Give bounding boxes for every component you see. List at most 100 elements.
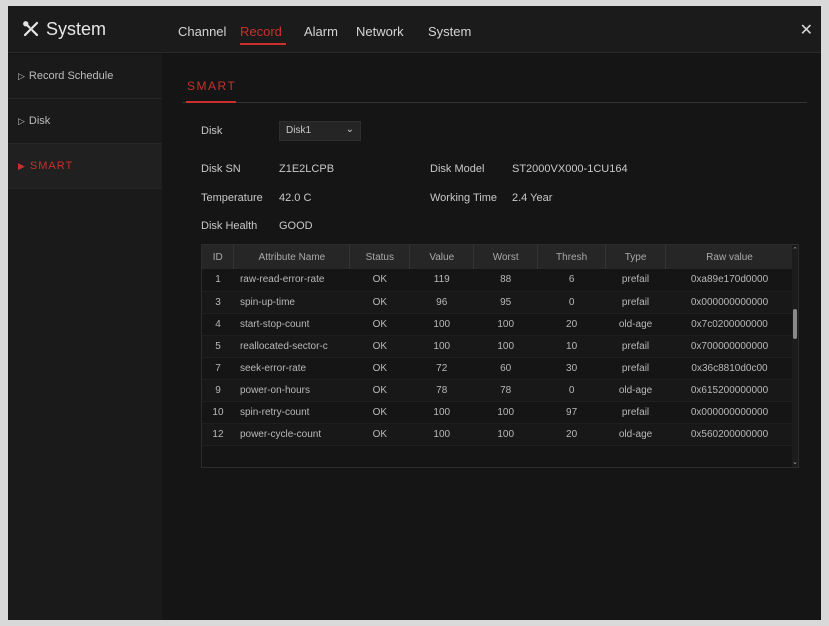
- disk-health-label: Disk Health: [201, 220, 258, 232]
- smart-table: ID Attribute Name Status Value Worst Thr…: [201, 244, 799, 468]
- cell-type: prefail: [605, 357, 666, 380]
- cell-value: 96: [409, 291, 474, 314]
- col-worst: Worst: [473, 245, 539, 269]
- cell-thresh: 30: [537, 357, 606, 380]
- col-thresh: Thresh: [537, 245, 607, 269]
- tab-record[interactable]: Record: [240, 6, 304, 53]
- table-row[interactable]: 5 reallocated-sector-c OK 100 100 10 prefail 0x…: [202, 335, 794, 358]
- scroll-up-icon[interactable]: ⌃: [792, 246, 798, 254]
- cell-raw-value: 0x560200000000: [665, 423, 794, 446]
- cell-raw-value: 0xa89e170d0000: [665, 269, 794, 292]
- section-title: SMART: [187, 79, 237, 93]
- scrollbar[interactable]: ⌃ ⌄: [792, 245, 798, 467]
- cell-type: prefail: [605, 269, 666, 292]
- cell-value: 72: [409, 357, 474, 380]
- cell-id: 7: [202, 357, 234, 380]
- table-row[interactable]: 3 spin-up-time OK 96 95 0 prefail 0x00000000000…: [202, 291, 794, 314]
- cell-value: 100: [409, 423, 474, 446]
- disk-label: Disk: [201, 125, 223, 137]
- cell-worst: 100: [473, 423, 538, 446]
- cell-worst: 100: [473, 401, 538, 424]
- col-raw-value: Raw value: [665, 245, 794, 269]
- cell-attribute-name: raw-read-error-rate: [233, 269, 350, 292]
- table-row[interactable]: 4 start-stop-count OK 100 100 20 old-age 0x7c02…: [202, 313, 794, 336]
- cell-status: OK: [349, 313, 410, 336]
- close-icon[interactable]: ✕: [800, 20, 813, 40]
- cell-worst: 95: [473, 291, 538, 314]
- cell-id: 9: [202, 379, 234, 402]
- cell-type: old-age: [605, 379, 666, 402]
- working-time-value: 2.4 Year: [512, 192, 553, 204]
- col-value: Value: [409, 245, 475, 269]
- disk-model-label: Disk Model: [430, 163, 485, 175]
- title-bar: System Channel Record Alarm Network Syst…: [8, 6, 821, 53]
- arrow-right-icon: ▷: [18, 115, 25, 126]
- cell-thresh: 20: [537, 423, 606, 446]
- cell-raw-value: 0x000000000000: [665, 401, 794, 424]
- table-row[interactable]: 7 seek-error-rate OK 72 60 30 prefail 0x36c8810…: [202, 357, 794, 380]
- scroll-thumb[interactable]: [793, 309, 797, 339]
- sidebar-item-smart[interactable]: ▶ SMART: [8, 144, 162, 189]
- sidebar: ▷ Record Schedule ▷ Disk ▶ SMART: [8, 54, 162, 620]
- cell-status: OK: [349, 423, 410, 446]
- tab-system[interactable]: System: [428, 6, 488, 53]
- settings-window: System Channel Record Alarm Network Syst…: [8, 6, 821, 620]
- cell-status: OK: [349, 379, 410, 402]
- cell-id: 3: [202, 291, 234, 314]
- sidebar-item-record-schedule[interactable]: ▷ Record Schedule: [8, 54, 162, 99]
- cell-attribute-name: spin-up-time: [233, 291, 350, 314]
- cell-id: 10: [202, 401, 234, 424]
- cell-attribute-name: spin-retry-count: [233, 401, 350, 424]
- app-title-text: System: [46, 18, 107, 39]
- col-status: Status: [349, 245, 411, 269]
- cell-status: OK: [349, 335, 410, 358]
- disk-model-value: ST2000VX000-1CU164: [512, 163, 628, 175]
- sidebar-item-disk[interactable]: ▷ Disk: [8, 99, 162, 144]
- disk-sn-value: Z1E2LCPB: [279, 163, 335, 175]
- cell-value: 78: [409, 379, 474, 402]
- disk-select[interactable]: Disk1 ⌄: [279, 121, 361, 141]
- cell-type: prefail: [605, 335, 666, 358]
- cell-raw-value: 0x615200000000: [665, 379, 794, 402]
- cell-raw-value: 0x000000000000: [665, 291, 794, 314]
- cell-worst: 60: [473, 357, 538, 380]
- cell-status: OK: [349, 269, 410, 292]
- cell-id: 1: [202, 269, 234, 292]
- cell-thresh: 10: [537, 335, 606, 358]
- cell-type: old-age: [605, 423, 666, 446]
- cell-raw-value: 0x36c8810d0c00: [665, 357, 794, 380]
- cell-value: 100: [409, 401, 474, 424]
- temperature-label: Temperature: [201, 192, 263, 204]
- cell-thresh: 97: [537, 401, 606, 424]
- cell-attribute-name: reallocated-sector-c: [233, 335, 350, 358]
- chevron-down-icon: ⌄: [345, 124, 354, 135]
- cell-attribute-name: seek-error-rate: [233, 357, 350, 380]
- scroll-down-icon[interactable]: ⌄: [792, 458, 798, 466]
- temperature-value: 42.0 C: [279, 192, 312, 204]
- top-tabs: Channel Record Alarm Network System: [178, 6, 488, 53]
- cell-id: 5: [202, 335, 234, 358]
- app-title: System: [22, 16, 106, 42]
- cell-worst: 78: [473, 379, 538, 402]
- table-row[interactable]: 10 spin-retry-count OK 100 100 97 prefail 0x000…: [202, 401, 794, 424]
- sidebar-item-label: Disk: [28, 115, 51, 127]
- cell-value: 119: [409, 269, 474, 292]
- cell-id: 12: [202, 423, 234, 446]
- tab-network[interactable]: Network: [356, 6, 428, 53]
- cell-value: 100: [409, 335, 474, 358]
- cell-thresh: 6: [537, 269, 606, 292]
- col-attribute-name: Attribute Name: [233, 245, 351, 269]
- table-row[interactable]: 12 power-cycle-count OK 100 100 20 old-age 0x56…: [202, 423, 794, 446]
- arrow-right-icon: ▷: [18, 70, 25, 81]
- tab-alarm[interactable]: Alarm: [304, 6, 356, 53]
- smart-attributes-table: ID Attribute Name Status Value Worst Thr…: [202, 245, 794, 446]
- col-id: ID: [202, 245, 235, 269]
- table-row[interactable]: 1 raw-read-error-rate OK 119 88 6 prefail 0xa89…: [202, 269, 794, 292]
- cell-type: prefail: [605, 401, 666, 424]
- cell-worst: 88: [473, 269, 538, 292]
- table-row[interactable]: 9 power-on-hours OK 78 78 0 old-age 0x615200000…: [202, 379, 794, 402]
- sidebar-item-label: Record Schedule: [28, 70, 114, 82]
- cell-thresh: 0: [537, 291, 606, 314]
- arrow-right-icon: ▶: [18, 160, 26, 171]
- tab-channel[interactable]: Channel: [178, 6, 240, 53]
